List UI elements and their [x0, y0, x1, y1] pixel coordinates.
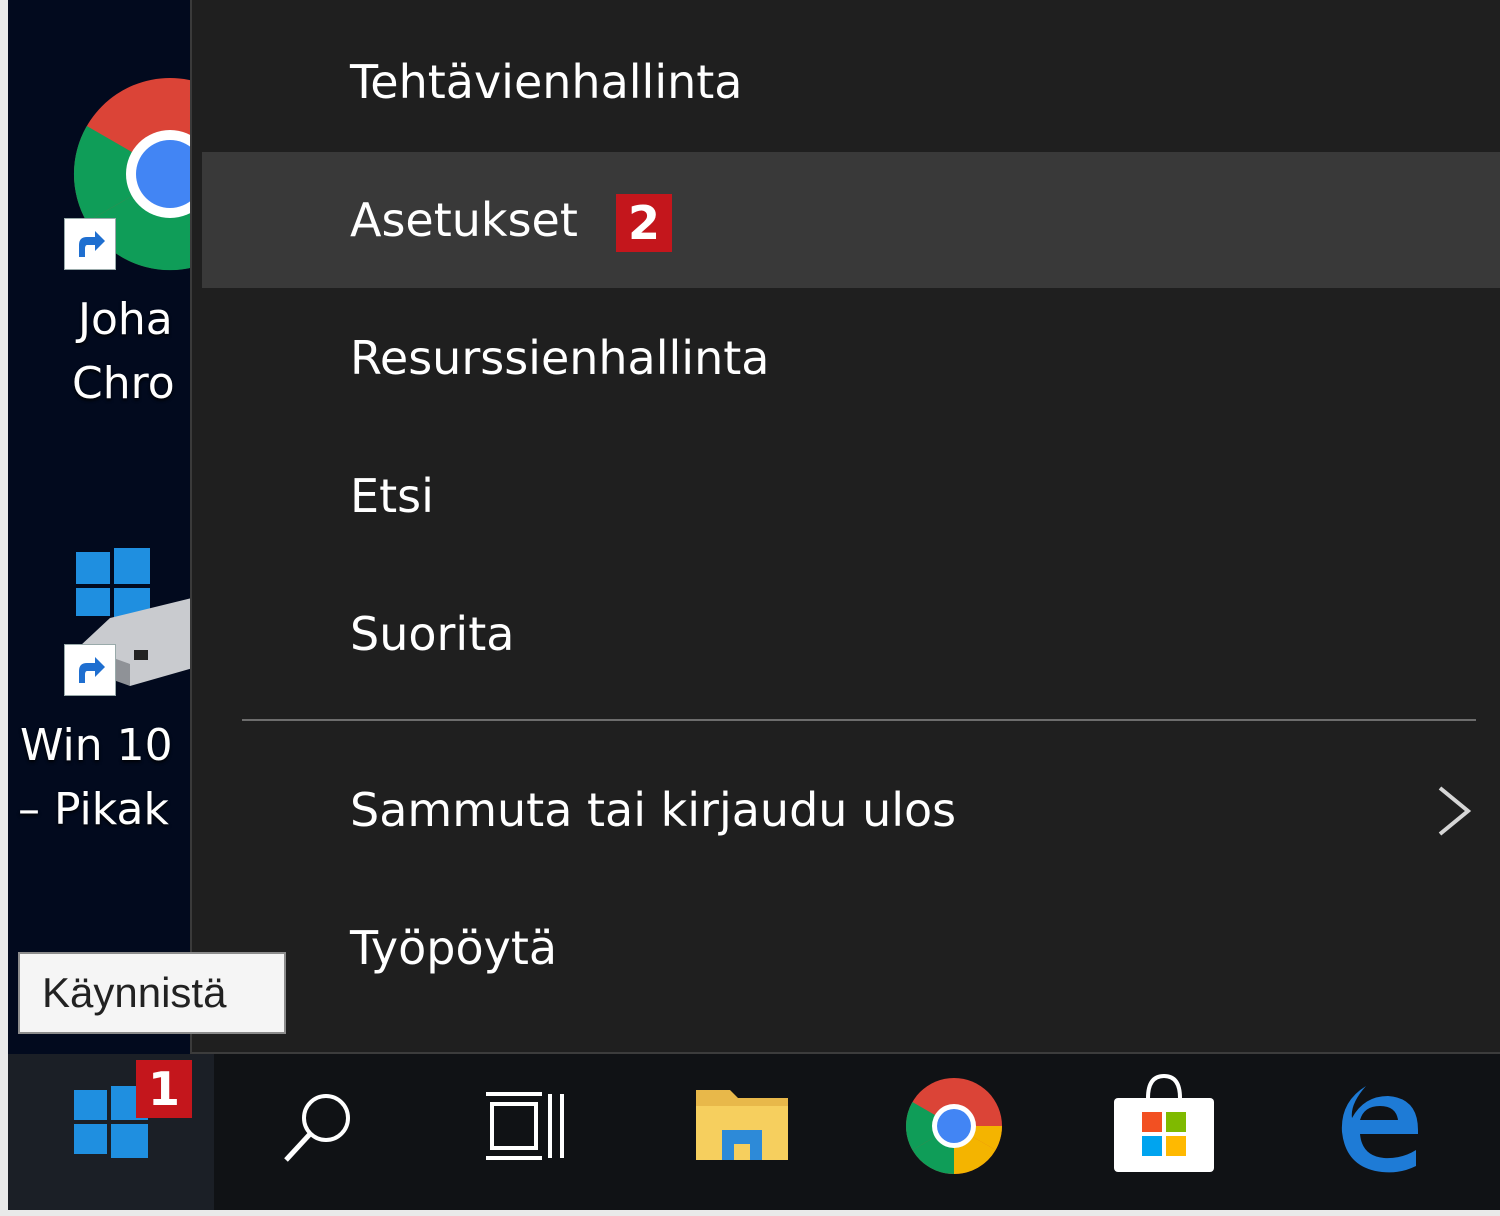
menu-item-shutdown-signout[interactable]: Sammuta tai kirjaudu ulos	[202, 742, 1500, 878]
menu-item-label: Työpöytä	[350, 921, 558, 975]
menu-item-search[interactable]: Etsi	[202, 428, 1500, 564]
chevron-right-icon	[1438, 786, 1472, 836]
menu-item-settings[interactable]: Asetukset 2	[202, 152, 1500, 288]
shortcut-arrow-icon	[64, 218, 116, 270]
step-badge-1: 1	[136, 1060, 192, 1118]
desktop-icon-chrome-shortcut[interactable]: Joha Chro	[8, 60, 267, 420]
taskbar: 1	[8, 1054, 1500, 1210]
desktop-icon-label-line1: Win 10	[20, 720, 173, 771]
desktop-icon-win10-shortcut[interactable]: Win 10 – Pikak	[8, 540, 200, 840]
menu-item-label: Sammuta tai kirjaudu ulos	[350, 783, 957, 837]
start-tooltip: Käynnistä	[18, 952, 286, 1034]
menu-item-run[interactable]: Suorita	[202, 566, 1500, 702]
menu-item-label: Tehtävienhallinta	[350, 55, 743, 109]
menu-item-label: Suorita	[350, 607, 515, 661]
desktop-icon-label-line2: – Pikak	[18, 784, 169, 835]
menu-item-task-manager[interactable]: Tehtävienhallinta	[202, 14, 1500, 150]
menu-item-label: Asetukset	[350, 193, 578, 247]
desktop-icon-label-line2: Chro	[72, 358, 175, 409]
store-icon[interactable]	[1112, 1072, 1216, 1174]
menu-item-label: Resurssienhallinta	[350, 331, 770, 385]
desktop-icon-label-line1: Joha	[78, 294, 173, 345]
edge-icon[interactable]	[1326, 1074, 1426, 1174]
shortcut-arrow-icon	[64, 644, 116, 696]
menu-separator	[242, 719, 1476, 721]
task-view-icon[interactable]	[486, 1090, 570, 1162]
chrome-icon[interactable]	[904, 1076, 1004, 1176]
step-badge-2: 2	[616, 194, 672, 252]
start-button[interactable]: 1	[8, 1054, 214, 1210]
file-explorer-icon[interactable]	[694, 1084, 790, 1166]
menu-item-desktop[interactable]: Työpöytä	[202, 880, 1500, 1016]
menu-item-label: Etsi	[350, 469, 434, 523]
start-context-menu: Tehtävienhallinta Asetukset 2 Resurssien…	[190, 0, 1500, 1054]
menu-item-file-explorer[interactable]: Resurssienhallinta	[202, 290, 1500, 426]
search-icon[interactable]	[280, 1088, 360, 1168]
desktop: Joha Chro Win 10 – Pikak Tehtävienhallin…	[8, 0, 1500, 1210]
